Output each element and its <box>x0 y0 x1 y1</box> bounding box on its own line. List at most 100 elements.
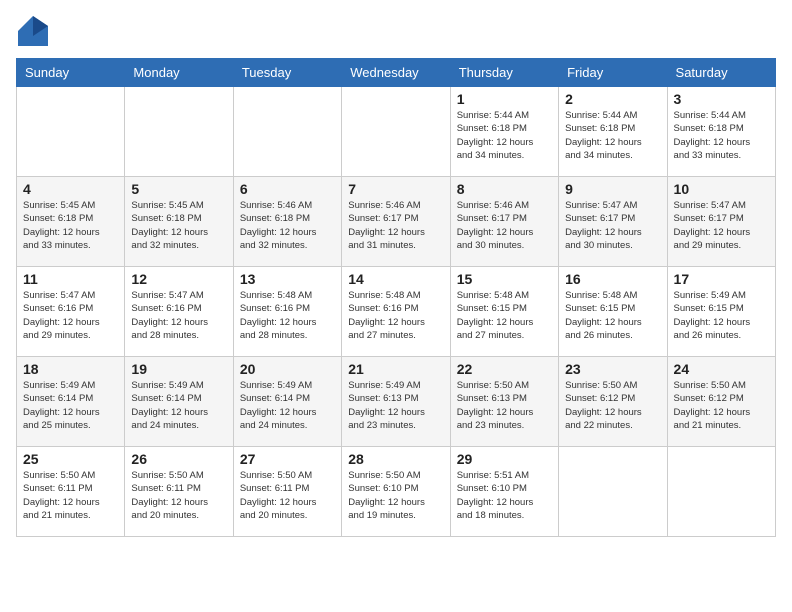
calendar-cell <box>559 447 667 537</box>
day-info: Sunrise: 5:50 AMSunset: 6:10 PMDaylight:… <box>348 469 443 522</box>
calendar-cell: 27Sunrise: 5:50 AMSunset: 6:11 PMDayligh… <box>233 447 341 537</box>
calendar-cell: 1 Sunrise: 5:44 AMSunset: 6:18 PMDaylight… <box>450 87 558 177</box>
weekday-header-friday: Friday <box>559 59 667 87</box>
calendar-week-row: 11 Sunrise: 5:47 AMSunset: 6:16 PMDayligh… <box>17 267 776 357</box>
day-info: Sunrise: 5:45 AMSunset: 6:18 PMDaylight:… <box>131 199 226 252</box>
day-number: 2 <box>565 91 660 107</box>
calendar-cell: 20 Sunrise: 5:49 AMSunset: 6:14 PMDayligh… <box>233 357 341 447</box>
day-number: 18 <box>23 361 118 377</box>
weekday-header-row: SundayMondayTuesdayWednesdayThursdayFrid… <box>17 59 776 87</box>
day-number: 6 <box>240 181 335 197</box>
day-info: Sunrise: 5:46 AMSunset: 6:17 PMDaylight:… <box>348 199 443 252</box>
calendar-table: SundayMondayTuesdayWednesdayThursdayFrid… <box>16 58 776 537</box>
weekday-header-thursday: Thursday <box>450 59 558 87</box>
day-number: 22 <box>457 361 552 377</box>
day-info: Sunrise: 5:44 AMSunset: 6:18 PMDaylight:… <box>674 109 769 162</box>
day-info: Sunrise: 5:51 AMSunset: 6:10 PMDaylight:… <box>457 469 552 522</box>
day-info: Sunrise: 5:45 AMSunset: 6:18 PMDaylight:… <box>23 199 118 252</box>
logo <box>16 16 48 46</box>
calendar-cell: 8 Sunrise: 5:46 AMSunset: 6:17 PMDaylight… <box>450 177 558 267</box>
day-number: 13 <box>240 271 335 287</box>
calendar-week-row: 25 Sunrise: 5:50 AMSunset: 6:11 PMDayligh… <box>17 447 776 537</box>
calendar-cell: 26 Sunrise: 5:50 AMSunset: 6:11 PMDayligh… <box>125 447 233 537</box>
calendar-cell: 19Sunrise: 5:49 AMSunset: 6:14 PMDayligh… <box>125 357 233 447</box>
day-number: 23 <box>565 361 660 377</box>
day-info: Sunrise: 5:46 AMSunset: 6:18 PMDaylight:… <box>240 199 335 252</box>
day-info: Sunrise: 5:47 AMSunset: 6:17 PMDaylight:… <box>565 199 660 252</box>
day-info: Sunrise: 5:49 AMSunset: 6:14 PMDaylight:… <box>240 379 335 432</box>
day-number: 15 <box>457 271 552 287</box>
day-info: Sunrise: 5:49 AMSunset: 6:14 PMDaylight:… <box>23 379 118 432</box>
calendar-cell: 9 Sunrise: 5:47 AMSunset: 6:17 PMDaylight… <box>559 177 667 267</box>
day-number: 11 <box>23 271 118 287</box>
calendar-cell: 10 Sunrise: 5:47 AMSunset: 6:17 PMDayligh… <box>667 177 775 267</box>
day-info: Sunrise: 5:49 AMSunset: 6:14 PMDaylight:… <box>131 379 226 432</box>
calendar-cell: 24 Sunrise: 5:50 AMSunset: 6:12 PMDayligh… <box>667 357 775 447</box>
weekday-header-wednesday: Wednesday <box>342 59 450 87</box>
day-info: Sunrise: 5:46 AMSunset: 6:17 PMDaylight:… <box>457 199 552 252</box>
day-number: 8 <box>457 181 552 197</box>
calendar-cell: 21Sunrise: 5:49 AMSunset: 6:13 PMDayligh… <box>342 357 450 447</box>
calendar-cell <box>17 87 125 177</box>
day-number: 5 <box>131 181 226 197</box>
calendar-cell: 15 Sunrise: 5:48 AMSunset: 6:15 PMDayligh… <box>450 267 558 357</box>
calendar-cell: 29 Sunrise: 5:51 AMSunset: 6:10 PMDayligh… <box>450 447 558 537</box>
day-number: 10 <box>674 181 769 197</box>
calendar-cell: 25 Sunrise: 5:50 AMSunset: 6:11 PMDayligh… <box>17 447 125 537</box>
day-info: Sunrise: 5:49 AMSunset: 6:15 PMDaylight:… <box>674 289 769 342</box>
calendar-cell: 3 Sunrise: 5:44 AMSunset: 6:18 PMDaylight… <box>667 87 775 177</box>
logo-icon <box>18 16 48 46</box>
day-number: 7 <box>348 181 443 197</box>
day-number: 16 <box>565 271 660 287</box>
day-info: Sunrise: 5:49 AMSunset: 6:13 PMDaylight:… <box>348 379 443 432</box>
calendar-cell: 2 Sunrise: 5:44 AMSunset: 6:18 PMDaylight… <box>559 87 667 177</box>
day-number: 1 <box>457 91 552 107</box>
day-number: 4 <box>23 181 118 197</box>
day-number: 28 <box>348 451 443 467</box>
day-info: Sunrise: 5:50 AMSunset: 6:11 PMDaylight:… <box>240 469 335 522</box>
calendar-cell: 4 Sunrise: 5:45 AMSunset: 6:18 PMDaylight… <box>17 177 125 267</box>
day-info: Sunrise: 5:50 AMSunset: 6:11 PMDaylight:… <box>23 469 118 522</box>
day-info: Sunrise: 5:48 AMSunset: 6:16 PMDaylight:… <box>240 289 335 342</box>
calendar-cell: 12Sunrise: 5:47 AMSunset: 6:16 PMDayligh… <box>125 267 233 357</box>
calendar-cell: 13 Sunrise: 5:48 AMSunset: 6:16 PMDayligh… <box>233 267 341 357</box>
day-info: Sunrise: 5:50 AMSunset: 6:11 PMDaylight:… <box>131 469 226 522</box>
day-info: Sunrise: 5:50 AMSunset: 6:12 PMDaylight:… <box>674 379 769 432</box>
weekday-header-tuesday: Tuesday <box>233 59 341 87</box>
day-number: 9 <box>565 181 660 197</box>
day-number: 20 <box>240 361 335 377</box>
weekday-header-sunday: Sunday <box>17 59 125 87</box>
calendar-cell: 17 Sunrise: 5:49 AMSunset: 6:15 PMDayligh… <box>667 267 775 357</box>
calendar-cell: 22Sunrise: 5:50 AMSunset: 6:13 PMDayligh… <box>450 357 558 447</box>
calendar-cell: 23 Sunrise: 5:50 AMSunset: 6:12 PMDayligh… <box>559 357 667 447</box>
day-number: 29 <box>457 451 552 467</box>
calendar-cell: 11 Sunrise: 5:47 AMSunset: 6:16 PMDayligh… <box>17 267 125 357</box>
calendar-cell: 16 Sunrise: 5:48 AMSunset: 6:15 PMDayligh… <box>559 267 667 357</box>
calendar-cell: 5 Sunrise: 5:45 AMSunset: 6:18 PMDaylight… <box>125 177 233 267</box>
calendar-week-row: 1 Sunrise: 5:44 AMSunset: 6:18 PMDaylight… <box>17 87 776 177</box>
day-number: 17 <box>674 271 769 287</box>
day-number: 3 <box>674 91 769 107</box>
day-number: 14 <box>348 271 443 287</box>
calendar-cell: 14 Sunrise: 5:48 AMSunset: 6:16 PMDayligh… <box>342 267 450 357</box>
calendar-cell: 18 Sunrise: 5:49 AMSunset: 6:14 PMDayligh… <box>17 357 125 447</box>
day-info: Sunrise: 5:44 AMSunset: 6:18 PMDaylight:… <box>457 109 552 162</box>
calendar-cell <box>125 87 233 177</box>
day-info: Sunrise: 5:48 AMSunset: 6:15 PMDaylight:… <box>565 289 660 342</box>
day-number: 26 <box>131 451 226 467</box>
calendar-cell <box>667 447 775 537</box>
day-info: Sunrise: 5:47 AMSunset: 6:17 PMDaylight:… <box>674 199 769 252</box>
day-info: Sunrise: 5:48 AMSunset: 6:15 PMDaylight:… <box>457 289 552 342</box>
day-info: Sunrise: 5:44 AMSunset: 6:18 PMDaylight:… <box>565 109 660 162</box>
day-number: 25 <box>23 451 118 467</box>
calendar-week-row: 4 Sunrise: 5:45 AMSunset: 6:18 PMDaylight… <box>17 177 776 267</box>
calendar-cell <box>342 87 450 177</box>
calendar-cell: 7 Sunrise: 5:46 AMSunset: 6:17 PMDaylight… <box>342 177 450 267</box>
day-info: Sunrise: 5:47 AMSunset: 6:16 PMDaylight:… <box>23 289 118 342</box>
day-info: Sunrise: 5:50 AMSunset: 6:12 PMDaylight:… <box>565 379 660 432</box>
day-info: Sunrise: 5:48 AMSunset: 6:16 PMDaylight:… <box>348 289 443 342</box>
day-number: 24 <box>674 361 769 377</box>
calendar-cell: 6 Sunrise: 5:46 AMSunset: 6:18 PMDaylight… <box>233 177 341 267</box>
calendar-cell <box>233 87 341 177</box>
calendar-cell: 28 Sunrise: 5:50 AMSunset: 6:10 PMDayligh… <box>342 447 450 537</box>
